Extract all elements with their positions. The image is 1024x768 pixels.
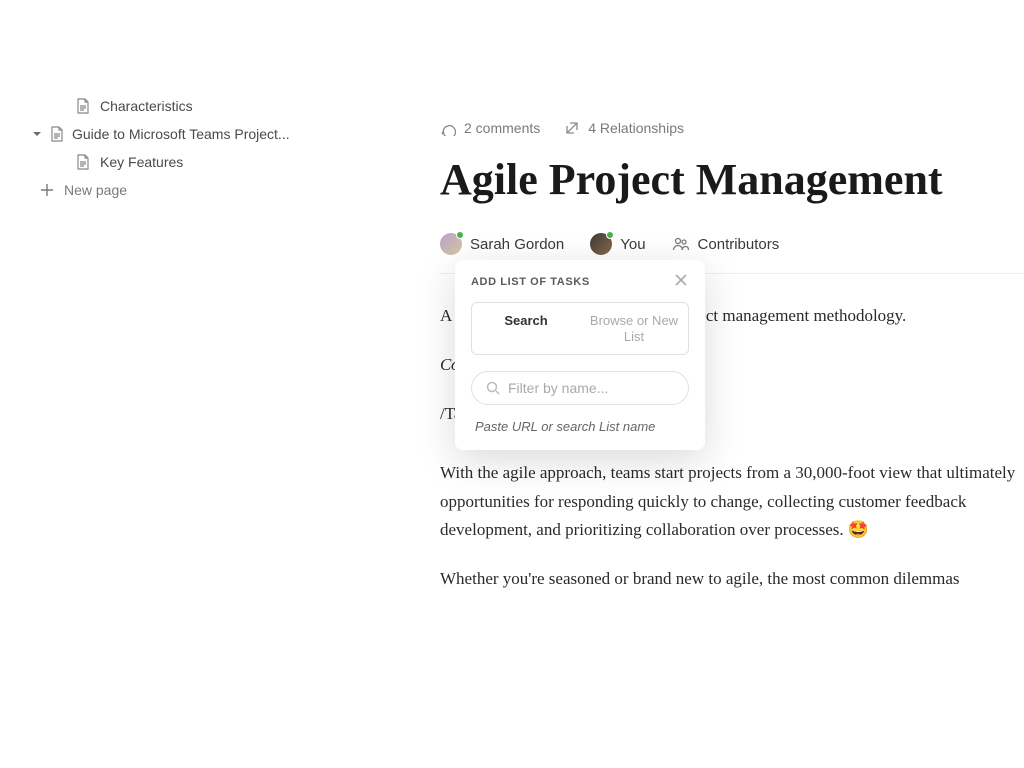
tab-search[interactable]: Search (472, 303, 580, 354)
sidebar-item-label: Characteristics (100, 98, 193, 114)
new-page-label: New page (64, 182, 127, 198)
contributors-link[interactable]: Contributors (672, 235, 780, 253)
document-icon (76, 154, 90, 170)
new-page-button[interactable]: New page (0, 176, 340, 204)
relationships-count: 4 Relationships (588, 120, 684, 136)
close-button[interactable] (673, 272, 691, 290)
avatar (440, 233, 462, 255)
comments-link[interactable]: 2 comments (440, 120, 540, 136)
text: ect management methodology. (698, 306, 906, 325)
meta-row: 2 comments 4 Relationships (440, 120, 1024, 136)
sidebar-item-characteristics[interactable]: Characteristics (0, 92, 340, 120)
text: With the agile approach, teams start pro… (440, 459, 1024, 546)
sidebar-item-key-features[interactable]: Key Features (0, 148, 340, 176)
document-icon (76, 98, 90, 114)
relationships-icon (564, 120, 580, 136)
contributors-label: Contributors (698, 236, 780, 253)
sidebar-item-label: Key Features (100, 154, 183, 170)
plus-icon (40, 183, 54, 197)
popover-hint: Paste URL or search List name (471, 419, 689, 434)
text: Whether you're seasoned or brand new to … (440, 565, 1024, 594)
text: A (440, 306, 452, 325)
comment-icon (440, 120, 456, 136)
contributor-name: Sarah Gordon (470, 236, 564, 253)
avatar (590, 233, 612, 255)
popover-tabs: Search Browse or New List (471, 302, 689, 355)
scrollbar[interactable] (1014, 80, 1022, 768)
popover-title: ADD LIST OF TASKS (471, 276, 689, 288)
relationships-link[interactable]: 4 Relationships (564, 120, 684, 136)
page-title[interactable]: Agile Project Management (440, 154, 1024, 205)
add-list-popover: ADD LIST OF TASKS Search Browse or New L… (455, 260, 705, 450)
tab-browse[interactable]: Browse or New List (580, 303, 688, 354)
filter-input[interactable] (508, 380, 674, 396)
sidebar: Characteristics Guide to Microsoft Teams… (0, 80, 340, 768)
online-dot (456, 231, 464, 239)
filter-field[interactable] (471, 371, 689, 405)
comments-count: 2 comments (464, 120, 540, 136)
document-icon (50, 126, 64, 142)
contributor-you[interactable]: You (590, 233, 645, 255)
sidebar-item-label: Guide to Microsoft Teams Project... (72, 126, 290, 142)
online-dot (606, 231, 614, 239)
contributor-name: You (620, 236, 645, 253)
chevron-down-icon[interactable] (32, 129, 42, 139)
sidebar-item-guide-teams[interactable]: Guide to Microsoft Teams Project... (0, 120, 340, 148)
search-icon (486, 381, 500, 395)
people-icon (672, 235, 690, 253)
contributor-sarah[interactable]: Sarah Gordon (440, 233, 564, 255)
